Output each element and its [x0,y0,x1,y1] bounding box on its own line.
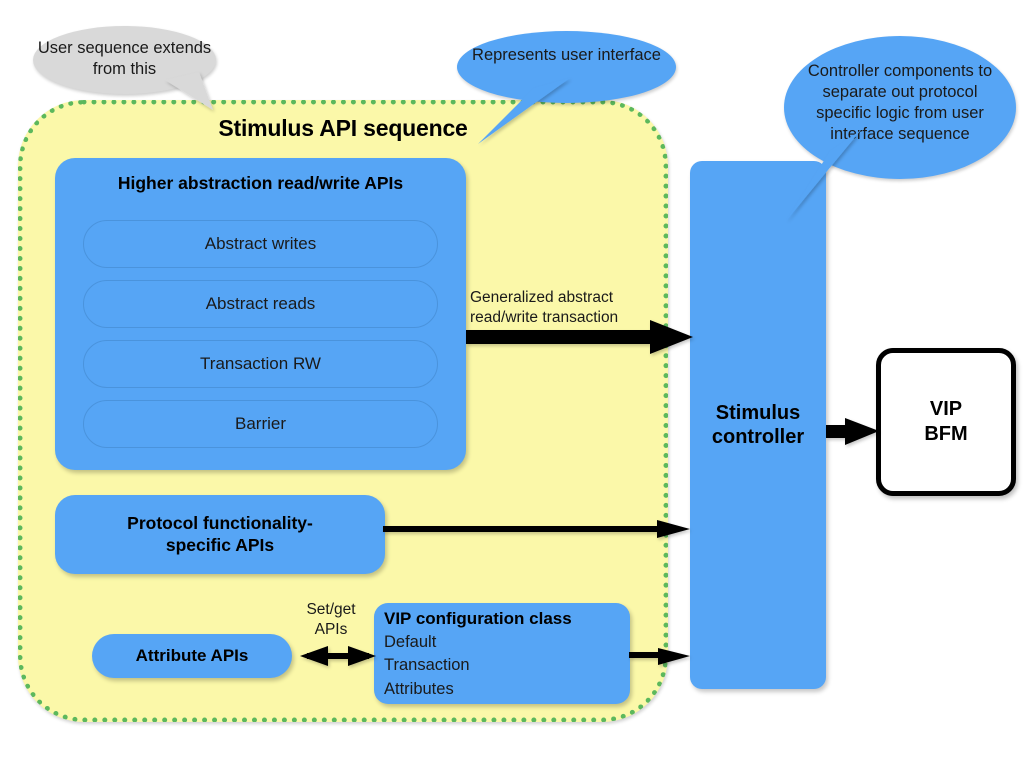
vip-bfm-label: VIP BFM [924,397,967,447]
diagram-canvas: Stimulus API sequence Higher abstraction… [0,0,1024,768]
protocol-apis-line1: Protocol functionality- [127,513,313,534]
arrow-label-generalized-transaction: Generalized abstract read/write transact… [470,288,665,328]
higher-abstraction-apis-title: Higher abstraction read/write APIs [117,173,404,193]
arrow-label-generalized-line2: read/write transaction [470,309,619,327]
vip-config-line-transaction: Transaction [384,656,470,675]
api-pill-transaction-rw[interactable]: Transaction RW [83,340,438,388]
attribute-apis-box[interactable]: Attribute APIs [92,634,292,678]
callout-controller-components: Controller components to separate out pr… [784,36,1016,179]
api-pill-abstract-writes[interactable]: Abstract writes [83,220,438,268]
vip-bfm-line2: BFM [924,423,968,445]
callout-controller-components-text: Controller components to separate out pr… [807,62,993,144]
stimulus-controller-label: Stimulus controller [712,401,804,449]
protocol-apis-line2: specific APIs [165,534,275,555]
api-pill-abstract-reads[interactable]: Abstract reads [83,280,438,328]
callout-user-sequence: User sequence extends from this [33,26,216,94]
arrow-label-setget-line1: Set/get [306,601,356,618]
stimulus-controller-line2: controller [711,426,805,448]
vip-config-line-default: Default [384,632,437,651]
vip-configuration-class-box[interactable]: VIP configuration class Default Transact… [374,603,630,704]
protocol-functionality-apis-label: Protocol functionality- specific APIs [127,513,313,556]
api-pill-barrier[interactable]: Barrier [83,400,438,448]
higher-abstraction-apis-box: Higher abstraction read/write APIs Abstr… [55,158,466,470]
vip-config-line-attributes: Attributes [384,679,454,698]
vip-configuration-class-title: VIP configuration class [384,609,572,628]
vip-bfm-line1: VIP [929,398,963,420]
page-title: Stimulus API sequence [218,115,468,141]
callout-user-interface: Represents user interface [457,31,676,103]
callout-user-interface-text: Represents user interface [472,46,661,64]
arrow-label-generalized-line1: Generalized abstract [470,289,614,306]
callout-user-sequence-text: User sequence extends from this [37,39,212,79]
protocol-functionality-apis-box[interactable]: Protocol functionality- specific APIs [55,495,385,574]
arrow-label-setget-line2: APIs [314,621,348,639]
vip-bfm-box[interactable]: VIP BFM [876,348,1016,496]
stimulus-controller-box[interactable]: Stimulus controller [690,161,826,689]
arrow-controller-to-vip-bfm [826,418,879,445]
arrow-label-set-get-apis: Set/get APIs [295,600,367,640]
stimulus-controller-line1: Stimulus [715,402,801,424]
